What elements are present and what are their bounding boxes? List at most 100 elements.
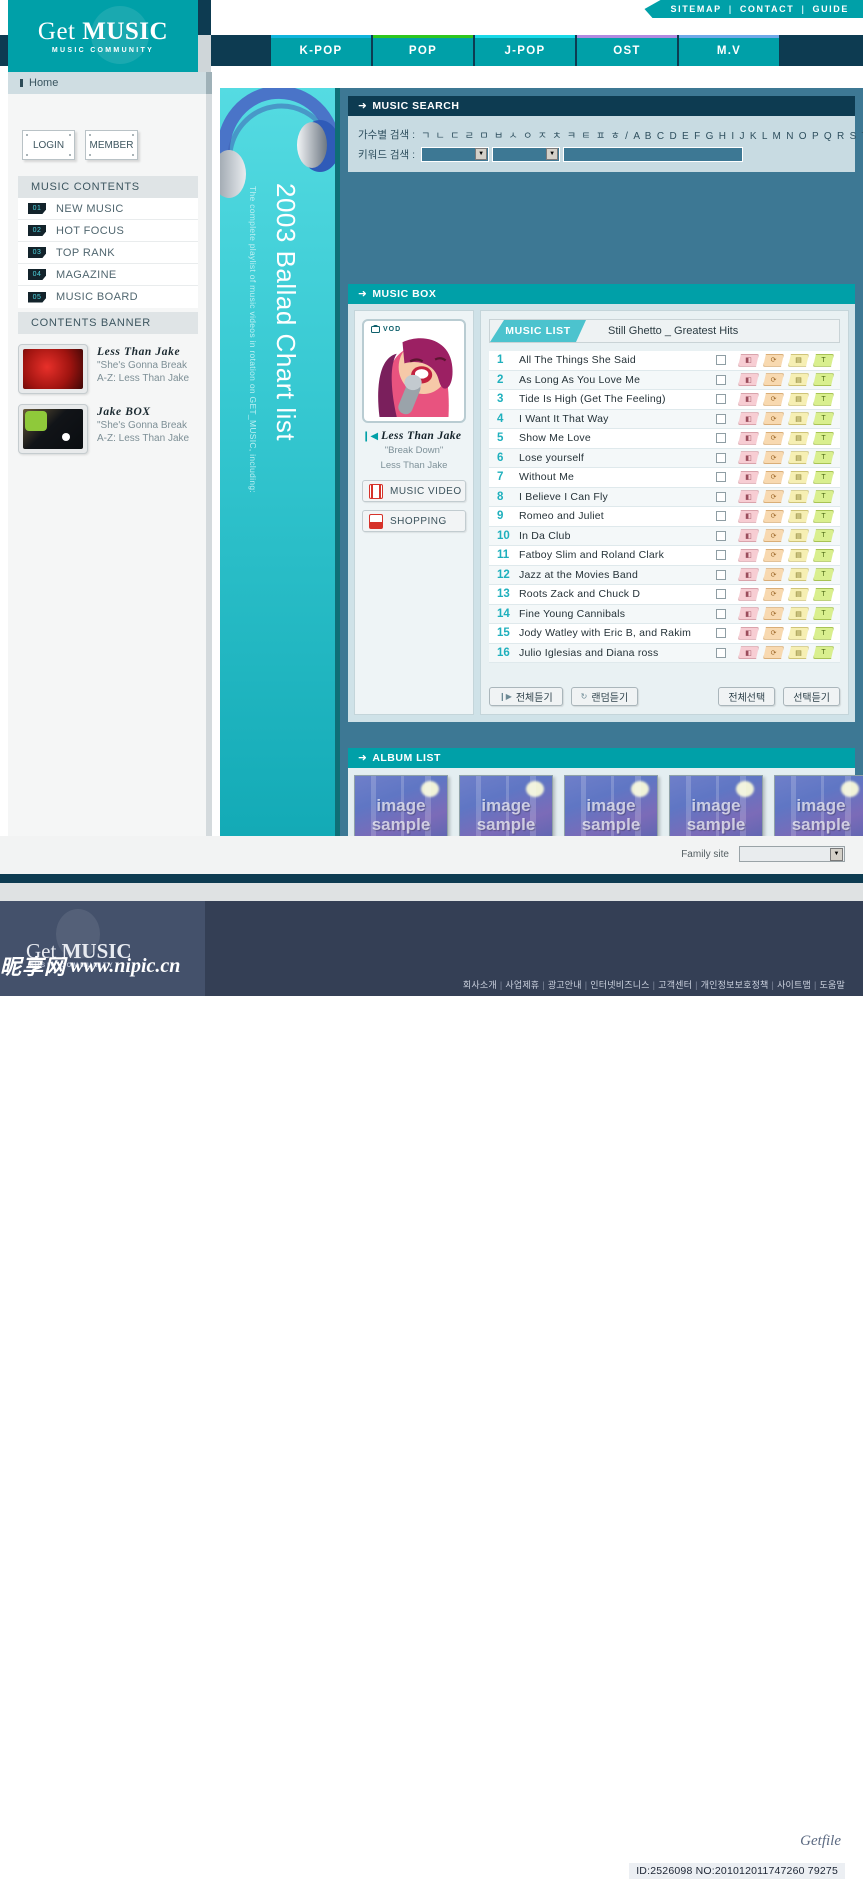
play-icon[interactable]: ◧ bbox=[738, 451, 759, 464]
table-row[interactable]: 2As Long As You Love Me◧⟳▤T bbox=[489, 371, 840, 391]
track-checkbox[interactable] bbox=[716, 531, 726, 541]
info-icon[interactable]: ▤ bbox=[788, 432, 809, 445]
table-row[interactable]: 10In Da Club◧⟳▤T bbox=[489, 527, 840, 547]
info-icon[interactable]: ▤ bbox=[788, 568, 809, 581]
site-logo[interactable]: Get MUSIC MUSIC COMMUNITY bbox=[8, 0, 198, 72]
info-icon[interactable]: ▤ bbox=[788, 393, 809, 406]
track-title[interactable]: Julio Iglesias and Diana ross bbox=[519, 647, 716, 659]
info-icon[interactable]: ▤ bbox=[788, 510, 809, 523]
loop-icon[interactable]: ⟳ bbox=[763, 412, 784, 425]
table-row[interactable]: 6Lose yourself◧⟳▤T bbox=[489, 449, 840, 469]
play-all-button[interactable]: ❙▶ 전체듣기 bbox=[489, 687, 563, 706]
play-icon[interactable]: ◧ bbox=[738, 373, 759, 386]
play-icon[interactable]: ◧ bbox=[738, 627, 759, 640]
signal-icon[interactable]: T bbox=[813, 432, 834, 445]
track-title[interactable]: Jazz at the Movies Band bbox=[519, 569, 716, 581]
loop-icon[interactable]: ⟳ bbox=[763, 471, 784, 484]
track-checkbox[interactable] bbox=[716, 472, 726, 482]
play-icon[interactable]: ◧ bbox=[738, 471, 759, 484]
track-title[interactable]: Lose yourself bbox=[519, 452, 716, 464]
info-icon[interactable]: ▤ bbox=[788, 373, 809, 386]
random-play-button[interactable]: ↻ 랜덤듣기 bbox=[571, 687, 639, 706]
footer-link[interactable]: 회사소개 bbox=[463, 980, 497, 990]
track-checkbox[interactable] bbox=[716, 492, 726, 502]
sitemap-link[interactable]: SITEMAP bbox=[670, 4, 721, 14]
loop-icon[interactable]: ⟳ bbox=[763, 588, 784, 601]
sidebar-item-music-board[interactable]: 05 MUSIC BOARD bbox=[18, 286, 198, 308]
nav-item-mv[interactable]: M.V bbox=[679, 35, 779, 66]
shopping-button[interactable]: SHOPPING bbox=[362, 510, 466, 532]
footer-link[interactable]: 사업제휴 bbox=[505, 980, 539, 990]
banner-item-2[interactable]: Jake BOX "She's Gonna Break A-Z: Less Th… bbox=[18, 404, 198, 454]
table-row[interactable]: 1All The Things She Said◧⟳▤T bbox=[489, 351, 840, 371]
play-icon[interactable]: ◧ bbox=[738, 646, 759, 659]
table-row[interactable]: 14Fine Young Cannibals◧⟳▤T bbox=[489, 605, 840, 625]
signal-icon[interactable]: T bbox=[813, 373, 834, 386]
track-checkbox[interactable] bbox=[716, 570, 726, 580]
loop-icon[interactable]: ⟳ bbox=[763, 373, 784, 386]
guide-link[interactable]: GUIDE bbox=[812, 4, 849, 14]
table-row[interactable]: 5Show Me Love◧⟳▤T bbox=[489, 429, 840, 449]
table-row[interactable]: 7Without Me◧⟳▤T bbox=[489, 468, 840, 488]
family-site-select[interactable]: ▼ bbox=[739, 846, 845, 862]
signal-icon[interactable]: T bbox=[813, 646, 834, 659]
track-title[interactable]: Show Me Love bbox=[519, 432, 716, 444]
signal-icon[interactable]: T bbox=[813, 607, 834, 620]
track-checkbox[interactable] bbox=[716, 414, 726, 424]
signal-icon[interactable]: T bbox=[813, 354, 834, 367]
sidebar-item-magazine[interactable]: 04 MAGAZINE bbox=[18, 264, 198, 286]
track-title[interactable]: Roots Zack and Chuck D bbox=[519, 588, 716, 600]
info-icon[interactable]: ▤ bbox=[788, 529, 809, 542]
music-video-button[interactable]: MUSIC VIDEO bbox=[362, 480, 466, 502]
table-row[interactable]: 11Fatboy Slim and Roland Clark◧⟳▤T bbox=[489, 546, 840, 566]
sidebar-item-new-music[interactable]: 01 NEW MUSIC bbox=[18, 198, 198, 220]
nav-item-jpop[interactable]: J-POP bbox=[475, 35, 575, 66]
signal-icon[interactable]: T bbox=[813, 568, 834, 581]
loop-icon[interactable]: ⟳ bbox=[763, 354, 784, 367]
search-category-select[interactable]: ▼ bbox=[421, 147, 489, 162]
play-icon[interactable]: ◧ bbox=[738, 490, 759, 503]
info-icon[interactable]: ▤ bbox=[788, 451, 809, 464]
footer-link[interactable]: 개인정보보호정책 bbox=[701, 980, 769, 990]
loop-icon[interactable]: ⟳ bbox=[763, 627, 784, 640]
info-icon[interactable]: ▤ bbox=[788, 607, 809, 620]
play-icon[interactable]: ◧ bbox=[738, 588, 759, 601]
track-title[interactable]: Fine Young Cannibals bbox=[519, 608, 716, 620]
track-checkbox[interactable] bbox=[716, 628, 726, 638]
vod-thumbnail[interactable]: VOD bbox=[362, 319, 466, 423]
play-icon[interactable]: ◧ bbox=[738, 432, 759, 445]
loop-icon[interactable]: ⟳ bbox=[763, 490, 784, 503]
track-checkbox[interactable] bbox=[716, 550, 726, 560]
loop-icon[interactable]: ⟳ bbox=[763, 451, 784, 464]
track-title[interactable]: Romeo and Juliet bbox=[519, 510, 716, 522]
signal-icon[interactable]: T bbox=[813, 627, 834, 640]
track-title[interactable]: Without Me bbox=[519, 471, 716, 483]
signal-icon[interactable]: T bbox=[813, 451, 834, 464]
track-checkbox[interactable] bbox=[716, 375, 726, 385]
track-title[interactable]: All The Things She Said bbox=[519, 354, 716, 366]
play-icon[interactable]: ◧ bbox=[738, 393, 759, 406]
track-checkbox[interactable] bbox=[716, 511, 726, 521]
banner-thumbnail-1[interactable] bbox=[18, 344, 88, 394]
info-icon[interactable]: ▤ bbox=[788, 588, 809, 601]
sidebar-item-top-rank[interactable]: 03 TOP RANK bbox=[18, 242, 198, 264]
table-row[interactable]: 12Jazz at the Movies Band◧⟳▤T bbox=[489, 566, 840, 586]
info-icon[interactable]: ▤ bbox=[788, 646, 809, 659]
banner-thumbnail-2[interactable] bbox=[18, 404, 88, 454]
loop-icon[interactable]: ⟳ bbox=[763, 393, 784, 406]
loop-icon[interactable]: ⟳ bbox=[763, 568, 784, 581]
table-row[interactable]: 4I Want It That Way◧⟳▤T bbox=[489, 410, 840, 430]
info-icon[interactable]: ▤ bbox=[788, 471, 809, 484]
table-row[interactable]: 8I Believe I Can Fly◧⟳▤T bbox=[489, 488, 840, 508]
play-icon[interactable]: ◧ bbox=[738, 607, 759, 620]
track-checkbox[interactable] bbox=[716, 589, 726, 599]
keyword-input[interactable] bbox=[563, 147, 743, 162]
play-icon[interactable]: ◧ bbox=[738, 568, 759, 581]
track-checkbox[interactable] bbox=[716, 648, 726, 658]
play-icon[interactable]: ◧ bbox=[738, 412, 759, 425]
track-title[interactable]: In Da Club bbox=[519, 530, 716, 542]
play-icon[interactable]: ◧ bbox=[738, 510, 759, 523]
loop-icon[interactable]: ⟳ bbox=[763, 510, 784, 523]
loop-icon[interactable]: ⟳ bbox=[763, 646, 784, 659]
select-all-button[interactable]: 전체선택 bbox=[718, 687, 775, 706]
